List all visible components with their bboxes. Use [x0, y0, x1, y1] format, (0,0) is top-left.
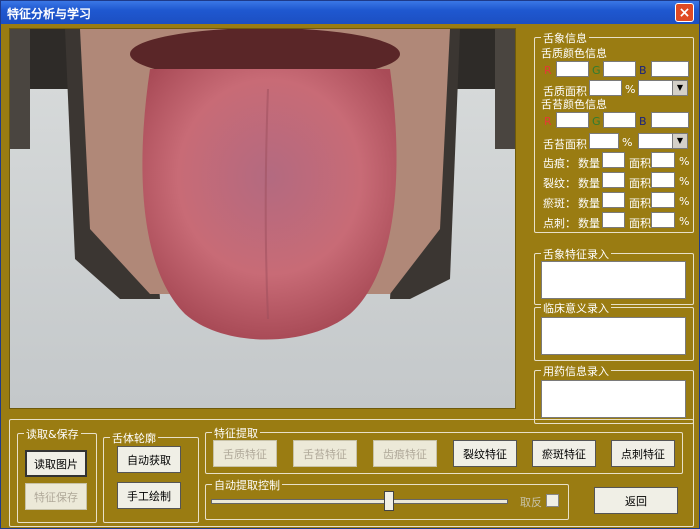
threshold-slider-track[interactable] [211, 499, 508, 504]
row-area-field[interactable] [651, 192, 675, 208]
tooth-mark-feature-button[interactable]: 齿痕特征 [373, 440, 437, 467]
row-name: 裂纹： [543, 177, 576, 190]
row-area-label: 面积 [629, 217, 651, 230]
row-count-field[interactable] [602, 192, 625, 208]
window-title: 特征分析与学习 [7, 7, 92, 21]
row-area-field[interactable] [651, 172, 675, 188]
coat-area-pct: % [622, 136, 633, 149]
body-r-label: R [544, 64, 552, 77]
close-button[interactable]: × [675, 3, 694, 22]
extract-title: 特征提取 [212, 425, 260, 441]
coat-b-label: B [639, 115, 647, 128]
coat-g-label: G [592, 115, 601, 128]
clinical-entry-title: 临床意义录入 [541, 300, 611, 316]
coat-r-field[interactable] [556, 112, 589, 128]
row-area-field[interactable] [651, 212, 675, 228]
body-r-field[interactable] [556, 61, 589, 77]
body-feature-button[interactable]: 舌质特征 [213, 440, 277, 467]
feature-entry-title: 舌象特征录入 [541, 246, 611, 262]
coat-g-field[interactable] [603, 112, 636, 128]
coat-b-field[interactable] [651, 112, 689, 128]
crack-feature-button[interactable]: 裂纹特征 [453, 440, 517, 467]
chevron-down-icon: ▼ [672, 134, 687, 148]
chevron-down-icon: ▼ [672, 81, 687, 95]
invert-label: 取反 [520, 496, 542, 509]
body-area-field[interactable] [589, 80, 622, 96]
coat-area-field[interactable] [589, 133, 619, 149]
title-bar: 特征分析与学习 × [1, 1, 699, 24]
row-area-field[interactable] [651, 152, 675, 168]
feature-entry-textarea[interactable] [541, 261, 686, 299]
ecchymosis-feature-button[interactable]: 瘀斑特征 [532, 440, 596, 467]
read-image-button[interactable]: 读取图片 [25, 450, 87, 477]
tongue-image-view[interactable] [9, 28, 516, 409]
row-count-label: 数量 [578, 177, 600, 190]
medication-entry-title: 用药信息录入 [541, 363, 611, 379]
row-pct: % [679, 215, 690, 228]
back-button[interactable]: 返回 [594, 487, 678, 514]
row-name: 瘀斑： [543, 197, 576, 210]
threshold-slider-thumb[interactable] [384, 491, 394, 511]
row-count-label: 数量 [578, 217, 600, 230]
row-count-label: 数量 [578, 197, 600, 210]
body-b-label: B [639, 64, 647, 77]
tongue-info-title: 舌象信息 [541, 30, 589, 46]
row-count-label: 数量 [578, 157, 600, 170]
row-area-label: 面积 [629, 177, 651, 190]
medication-entry-textarea[interactable] [541, 380, 686, 418]
coat-area-select[interactable]: ▼ [638, 133, 688, 149]
row-count-field[interactable] [602, 172, 625, 188]
body-b-field[interactable] [651, 61, 689, 77]
clinical-entry-textarea[interactable] [541, 317, 686, 355]
contour-title: 舌体轮廓 [110, 430, 158, 446]
body-g-label: G [592, 64, 601, 77]
coat-r-label: R [544, 115, 552, 128]
manual-contour-button[interactable]: 手工绘制 [117, 482, 181, 509]
body-g-field[interactable] [603, 61, 636, 77]
invert-checkbox[interactable] [546, 494, 559, 507]
feature-analysis-window: 特征分析与学习 × 舌象信息 舌质颜色信息 R G B 舌质面积 % ▼ 舌苔颜… [0, 0, 700, 529]
row-pct: % [679, 155, 690, 168]
save-features-button[interactable]: 特征保存 [25, 483, 87, 510]
row-area-label: 面积 [629, 197, 651, 210]
auto-control-title: 自动提取控制 [212, 477, 282, 493]
read-save-title: 读取&保存 [24, 426, 81, 442]
coat-color-label: 舌苔颜色信息 [541, 98, 607, 111]
body-area-select[interactable]: ▼ [638, 80, 688, 96]
coat-feature-button[interactable]: 舌苔特征 [293, 440, 357, 467]
tongue-photo [10, 29, 515, 408]
row-area-label: 面积 [629, 157, 651, 170]
row-pct: % [679, 195, 690, 208]
row-name: 齿痕： [543, 157, 576, 170]
row-count-field[interactable] [602, 212, 625, 228]
body-color-label: 舌质颜色信息 [541, 47, 607, 60]
body-area-pct: % [625, 83, 636, 96]
row-pct: % [679, 175, 690, 188]
row-count-field[interactable] [602, 152, 625, 168]
row-name: 点刺： [543, 217, 576, 230]
prickle-feature-button[interactable]: 点刺特征 [611, 440, 675, 467]
auto-contour-button[interactable]: 自动获取 [117, 446, 181, 473]
coat-area-label: 舌苔面积 [543, 138, 587, 151]
